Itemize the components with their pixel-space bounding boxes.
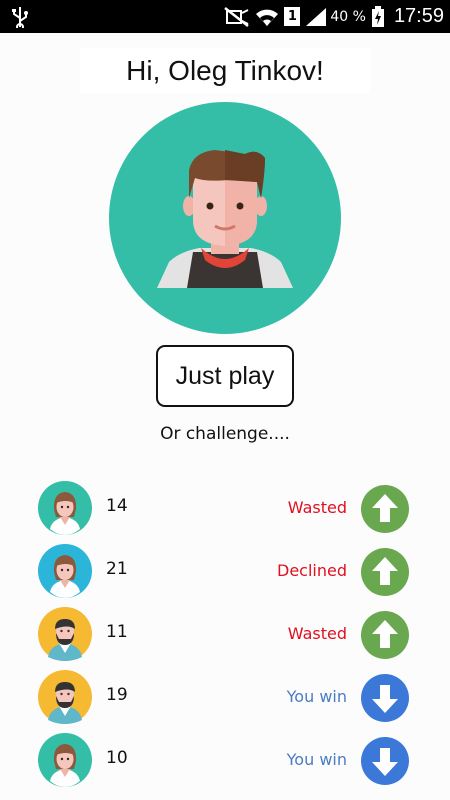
challenge-score: 10: [106, 748, 128, 768]
greeting-title: Hi, Oleg Tinkov!: [80, 48, 370, 94]
list-item[interactable]: 10 You win: [0, 727, 450, 789]
challenge-status: You win: [286, 750, 347, 769]
challenge-score: 11: [106, 622, 128, 642]
sim-icon: 1: [284, 7, 301, 26]
mute-icon: [224, 6, 250, 27]
wifi-icon: [256, 9, 279, 26]
woman-avatar-icon: [38, 481, 92, 535]
challenge-score: 14: [106, 496, 128, 516]
list-item[interactable]: 14 Wasted: [0, 475, 450, 537]
battery-icon: [371, 5, 384, 27]
challenge-status: Wasted: [287, 624, 347, 643]
clock: 17:59: [393, 5, 444, 27]
status-bar: 1 40 % 17:59: [0, 0, 450, 33]
up-arrow-icon[interactable]: [360, 484, 410, 534]
up-arrow-icon[interactable]: [360, 610, 410, 660]
just-play-button[interactable]: Just play: [156, 345, 294, 407]
challenge-status: Declined: [277, 561, 347, 580]
woman-avatar-icon: [38, 544, 92, 598]
list-item[interactable]: 19 You win: [0, 664, 450, 726]
list-item[interactable]: 11 Wasted: [0, 601, 450, 663]
down-arrow-icon[interactable]: [360, 736, 410, 786]
down-arrow-icon[interactable]: [360, 673, 410, 723]
usb-icon: [12, 7, 28, 28]
bearded-man-avatar-icon: [38, 607, 92, 661]
challenge-score: 21: [106, 559, 128, 579]
list-item[interactable]: 21 Declined: [0, 538, 450, 600]
up-arrow-icon[interactable]: [360, 547, 410, 597]
bearded-man-avatar-icon: [38, 670, 92, 724]
challenge-status: Wasted: [287, 498, 347, 517]
man-avatar-icon: [109, 102, 341, 334]
woman-avatar-icon: [38, 733, 92, 787]
challenge-score: 19: [106, 685, 128, 705]
signal-icon: [306, 7, 327, 26]
challenge-label: Or challenge....: [160, 424, 290, 444]
challenge-status: You win: [286, 687, 347, 706]
battery-percent: 40 %: [330, 8, 366, 25]
